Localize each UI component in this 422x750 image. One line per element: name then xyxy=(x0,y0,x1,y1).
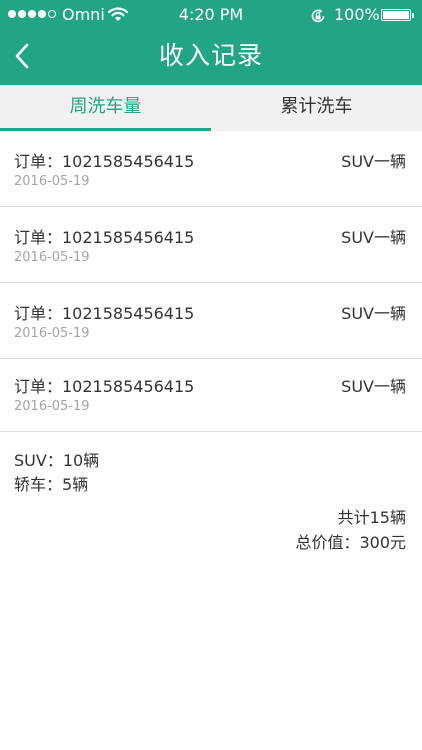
order-number: 订单：1021585456415 xyxy=(14,152,195,171)
order-number: 订单：1021585456415 xyxy=(14,377,195,396)
order-date: 2016-05-19 xyxy=(14,399,90,414)
total-value: 总价值：300元 xyxy=(295,533,406,552)
order-number: 订单：1021585456415 xyxy=(14,228,195,247)
order-date: 2016-05-19 xyxy=(14,174,90,189)
status-bar: Omni 4:20 PM 100% xyxy=(0,0,422,30)
rotation-lock-icon xyxy=(311,9,325,23)
total-count: 共计15辆 xyxy=(337,508,406,527)
battery-icon xyxy=(381,9,411,21)
tab-cumulative-wash[interactable]: 累计洗车 xyxy=(211,85,422,131)
order-date: 2016-05-19 xyxy=(14,250,90,265)
tab-weekly-wash-count[interactable]: 周洗车量 xyxy=(0,85,211,131)
battery-tip xyxy=(412,13,414,18)
order-vehicle: SUV一辆 xyxy=(341,152,406,171)
order-row[interactable]: 订单：1021585456415 2016-05-19 SUV一辆 xyxy=(0,359,422,432)
app-header: Omni 4:20 PM 100% 收入记录 xyxy=(0,0,422,85)
battery-percentage: 100% xyxy=(334,5,380,24)
order-vehicle: SUV一辆 xyxy=(341,377,406,396)
sedan-count: 轿车：5辆 xyxy=(14,475,89,494)
order-row[interactable]: 订单：1021585456415 2016-05-19 SUV一辆 xyxy=(0,283,422,359)
order-row[interactable]: 订单：1021585456415 2016-05-19 SUV一辆 xyxy=(0,131,422,207)
order-vehicle: SUV一辆 xyxy=(341,228,406,247)
suv-count: SUV：10辆 xyxy=(14,451,100,470)
page-title: 收入记录 xyxy=(158,41,263,70)
tab-bar: 周洗车量 累计洗车 xyxy=(0,85,422,131)
navigation-bar: 收入记录 xyxy=(0,30,422,85)
order-number: 订单：1021585456415 xyxy=(14,304,195,323)
order-row[interactable]: 订单：1021585456415 2016-05-19 SUV一辆 xyxy=(0,207,422,283)
order-vehicle: SUV一辆 xyxy=(341,304,406,323)
order-date: 2016-05-19 xyxy=(14,326,90,341)
